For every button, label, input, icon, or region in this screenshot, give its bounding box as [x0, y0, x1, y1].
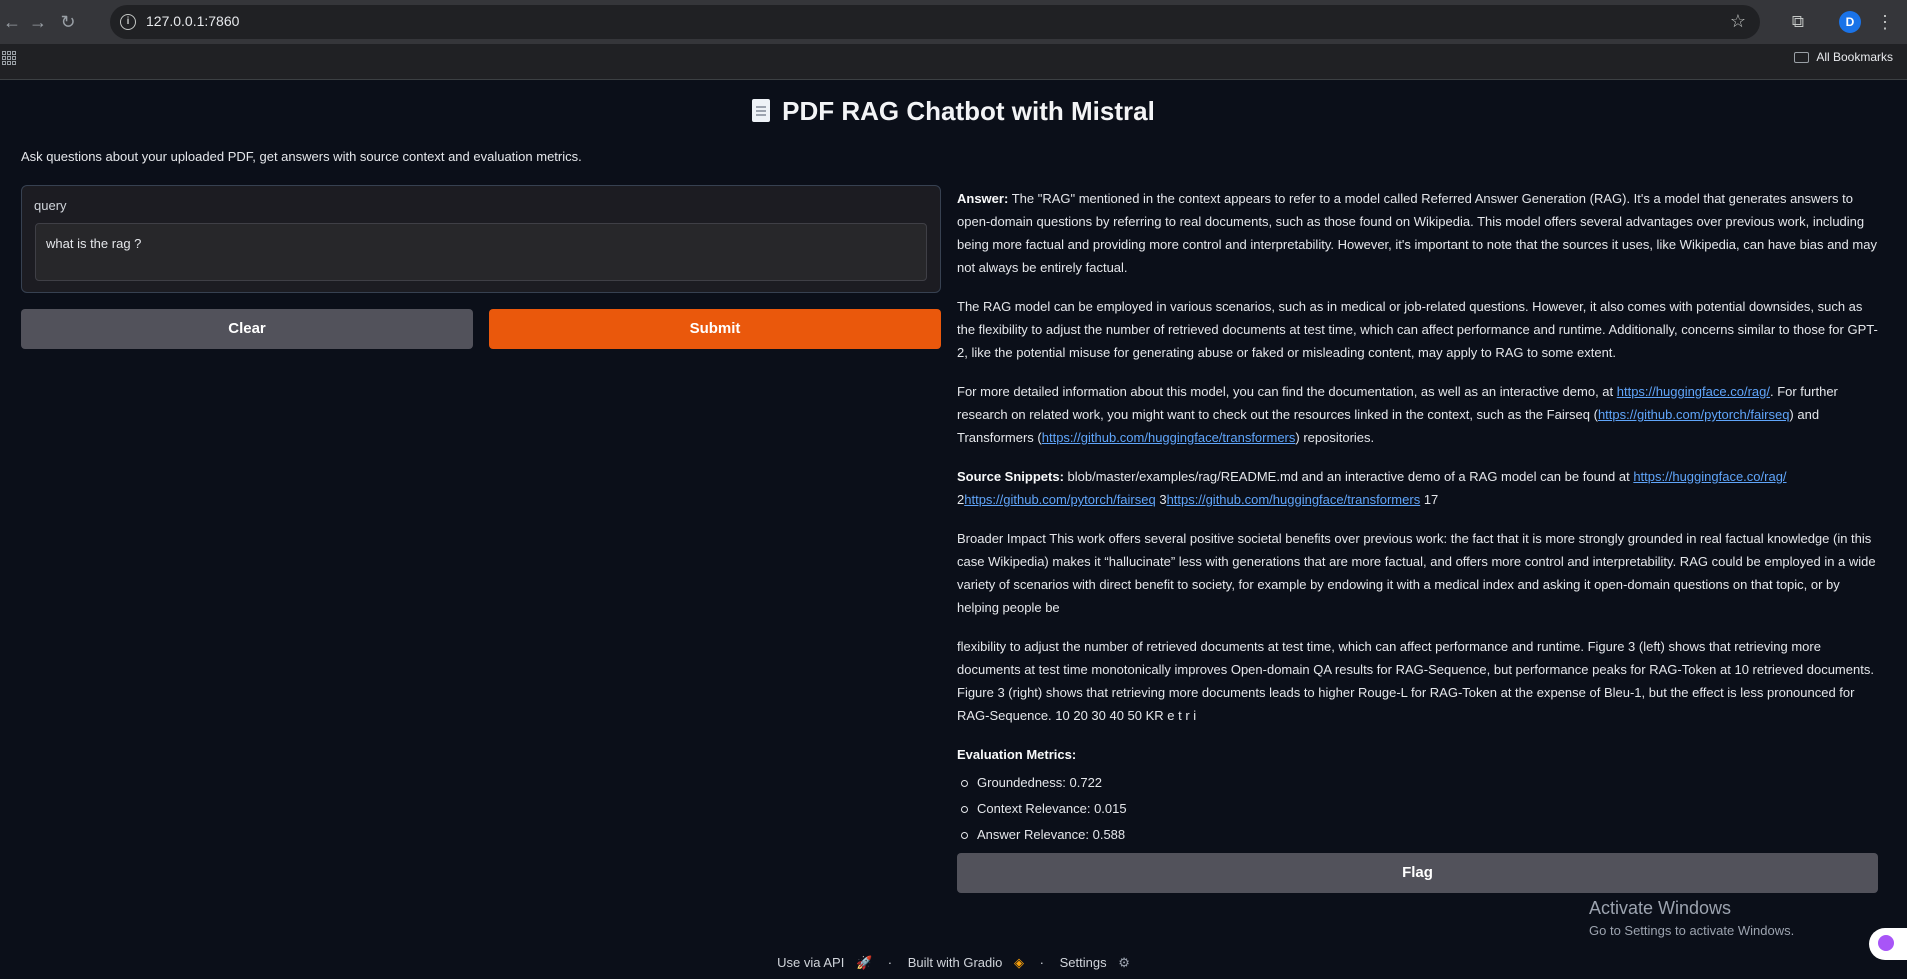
activate-windows-subtitle: Go to Settings to activate Windows. — [1589, 923, 1795, 938]
built-with-gradio-label: Built with Gradio — [907, 955, 1003, 970]
extensions-icon[interactable]: ⧉ — [1786, 10, 1810, 34]
link-transformers[interactable]: https://github.com/huggingface/transform… — [1042, 430, 1296, 445]
document-icon — [752, 99, 771, 122]
metrics-label: Evaluation Metrics: — [957, 747, 1077, 762]
clear-button[interactable]: Clear — [21, 309, 473, 349]
gear-icon: ⚙ — [1118, 955, 1130, 970]
footer: Use via API 🚀 · Built with Gradio ◈ · Se… — [0, 955, 1907, 971]
apps-grid-icon[interactable] — [2, 51, 16, 65]
snippets-text-a: blob/master/examples/rag/README.md and a… — [1063, 469, 1634, 484]
activate-windows-watermark: Activate Windows Go to Settings to activ… — [1589, 898, 1794, 938]
metric-context-relevance: Context Relevance: 0.015 — [957, 796, 1879, 822]
browser-toolbar: ← → ↻ i 127.0.0.1:7860 ☆ ⧉ D ⋮ — [0, 0, 1907, 44]
built-with-gradio-link[interactable]: Built with Gradio ◈ — [904, 955, 1028, 970]
evaluation-metrics: Evaluation Metrics: Groundedness: 0.722 … — [957, 743, 1879, 848]
snippet-paragraph-flexibility: flexibility to adjust the number of retr… — [957, 639, 1874, 723]
source-snippets-paragraph: Source Snippets: blob/master/examples/ra… — [957, 465, 1879, 511]
snippets-text-d: 17 — [1420, 492, 1439, 507]
answer-paragraph: Answer: The "RAG" mentioned in the conte… — [957, 187, 1879, 279]
source-snippets-label: Source Snippets: — [957, 469, 1064, 484]
bookmark-star-icon[interactable]: ☆ — [1730, 11, 1746, 32]
reload-icon[interactable]: ↻ — [56, 10, 80, 34]
link-fairseq[interactable]: https://github.com/pytorch/fairseq — [1598, 407, 1789, 422]
snippet-link-fairseq[interactable]: https://github.com/pytorch/fairseq — [964, 492, 1155, 507]
page-title: PDF RAG Chatbot with Mistral — [0, 96, 1907, 127]
folder-icon — [1794, 51, 1810, 63]
settings-label: Settings — [1059, 955, 1107, 970]
answer-text: The "RAG" mentioned in the context appea… — [957, 191, 1877, 275]
snippet-paragraph-broader-impact: Broader Impact This work offers several … — [957, 531, 1876, 615]
link-huggingface-rag[interactable]: https://huggingface.co/rag/ — [1617, 384, 1770, 399]
submit-button[interactable]: Submit — [489, 309, 941, 349]
footer-separator: · — [887, 955, 893, 970]
menu-kebab-icon[interactable]: ⋮ — [1876, 10, 1894, 34]
gradio-logo-icon: ◈ — [1014, 955, 1025, 970]
settings-link[interactable]: Settings ⚙ — [1056, 955, 1134, 970]
para3-text-a: For more detailed information about this… — [957, 384, 1617, 399]
para3-text-d: ) repositories. — [1295, 430, 1375, 445]
back-icon[interactable]: ← — [0, 10, 24, 34]
answer-paragraph-3: For more detailed information about this… — [957, 380, 1879, 449]
answer-label: Answer: — [957, 191, 1009, 206]
forward-icon[interactable]: → — [26, 10, 50, 34]
metrics-list: Groundedness: 0.722 Context Relevance: 0… — [957, 770, 1879, 848]
all-bookmarks-button[interactable]: All Bookmarks — [1794, 50, 1893, 64]
browser-chrome: ← → ↻ i 127.0.0.1:7860 ☆ ⧉ D ⋮ All Bookm… — [0, 0, 1907, 80]
use-via-api-label: Use via API — [777, 955, 845, 970]
activate-windows-title: Activate Windows — [1589, 898, 1732, 918]
profile-avatar[interactable]: D — [1839, 11, 1861, 33]
query-input[interactable]: what is the rag ? — [35, 223, 927, 281]
page-title-text: PDF RAG Chatbot with Mistral — [782, 96, 1155, 126]
address-bar[interactable]: i 127.0.0.1:7860 ☆ — [110, 5, 1760, 39]
all-bookmarks-label: All Bookmarks — [1816, 50, 1893, 64]
snippet-link-huggingface-rag[interactable]: https://huggingface.co/rag/ — [1633, 469, 1786, 484]
query-label: query — [34, 198, 67, 213]
snippet-link-transformers[interactable]: https://github.com/huggingface/transform… — [1167, 492, 1421, 507]
query-panel: query what is the rag ? — [21, 185, 941, 293]
metric-groundedness: Groundedness: 0.722 — [957, 770, 1879, 796]
site-info-icon[interactable]: i — [120, 14, 136, 30]
metric-answer-relevance: Answer Relevance: 0.588 — [957, 822, 1879, 848]
answer-paragraph-2: The RAG model can be employed in various… — [957, 299, 1878, 360]
output-panel: Answer: The "RAG" mentioned in the conte… — [957, 187, 1879, 848]
use-via-api-link[interactable]: Use via API 🚀 — [773, 955, 876, 970]
flag-button[interactable]: Flag — [957, 853, 1878, 893]
rocket-icon: 🚀 — [855, 955, 873, 970]
footer-separator: · — [1039, 955, 1044, 970]
url-text[interactable]: 127.0.0.1:7860 — [146, 13, 239, 29]
snippets-text-c: 3 — [1155, 492, 1167, 507]
page-description: Ask questions about your uploaded PDF, g… — [21, 149, 582, 164]
